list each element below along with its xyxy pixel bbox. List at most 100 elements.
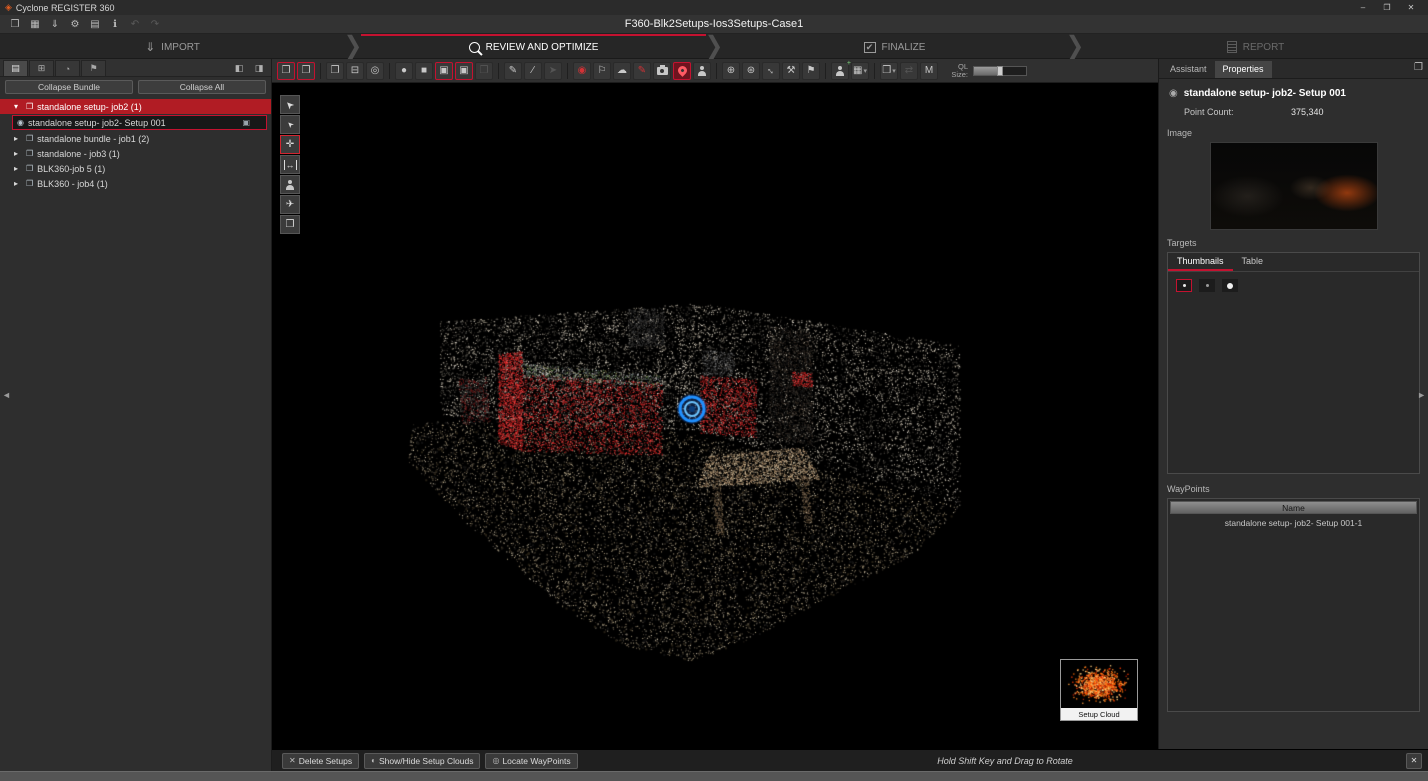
target-thumbnail-3[interactable] [1222,279,1238,292]
markup-pencil-icon[interactable]: ✎ [633,62,651,80]
cube-axes-icon[interactable]: ❒▾ [880,62,898,80]
point-count-label: Point Count: [1184,107,1291,117]
person-waypoint-icon[interactable] [693,62,711,80]
grid-menu-icon[interactable]: ▦▾ [851,62,869,80]
tab-table[interactable]: Table [1233,253,1273,271]
setup-cloud-thumbnail[interactable] [1061,660,1137,708]
minimize-button[interactable]: – [1351,0,1375,15]
collapse-bundle-button[interactable]: Collapse Bundle [5,80,133,94]
target-thumbnail-2[interactable] [1199,279,1215,292]
pan-move-tool[interactable]: ✛ [280,135,300,154]
slider-handle[interactable] [997,66,1003,76]
person-icon [835,66,845,76]
zoom-window-icon[interactable]: ◎ [366,62,384,80]
undock-panel-icon[interactable]: ❐ [1414,62,1423,73]
rect-select-tool[interactable]: ➤ [280,115,300,134]
tab-assistant[interactable]: Assistant [1162,61,1215,78]
open-project-icon[interactable]: ❒ [6,16,24,32]
caret-right-icon[interactable]: ▸ [14,179,22,188]
close-hint-button[interactable]: ✕ [1406,753,1422,769]
person-view-tool[interactable] [280,175,300,194]
delete-setups-button[interactable]: ✕ Delete Setups [282,753,359,769]
save-project-icon[interactable]: ▦ [26,16,44,32]
setup-cloud-inset[interactable]: Setup Cloud [1060,659,1138,721]
locate-waypoints-button[interactable]: ◎ Locate WayPoints [485,753,577,769]
tools-icon[interactable]: ⚒ [782,62,800,80]
image-badge-icon: ▣ [242,118,250,127]
undo-icon[interactable]: ↶ [126,16,144,32]
report-step-icon [1227,41,1237,53]
cube-view-tool[interactable]: ❒ [280,215,300,234]
tab-links[interactable]: ⊞ [29,60,54,76]
tree-item-bundle-job1[interactable]: ▸ ❒ standalone bundle - job1 (2) [0,131,271,146]
image-view-icon[interactable]: ▣ [435,62,453,80]
delete-icon: ✕ [289,756,296,765]
maximize-button[interactable]: ❐ [1375,0,1399,15]
add-cloud-icon[interactable]: ☁ [613,62,631,80]
pano-view-icon[interactable]: ● [395,62,413,80]
add-target-icon[interactable]: ◉ [573,62,591,80]
new-view-icon[interactable]: ❐ [277,62,295,80]
caret-right-icon[interactable]: ▸ [14,164,22,173]
add-tag-icon[interactable]: ⚐ [593,62,611,80]
redo-icon[interactable]: ↷ [146,16,164,32]
image-view-alt-icon[interactable]: ▣ [455,62,473,80]
collapse-left-panel-handle[interactable]: ◄ [2,390,11,400]
ql-size-slider[interactable] [973,66,1027,76]
settings-gear-icon[interactable]: ⚙ [66,16,84,32]
list-view-icon[interactable]: ▤ [86,16,104,32]
panel-action-left-icon[interactable]: ◧ [230,61,248,75]
sphere-link-icon[interactable]: ⊛ [742,62,760,80]
layers-icon[interactable]: ⊟ [346,62,364,80]
workflow-step-review[interactable]: REVIEW AND OPTIMIZE [361,34,706,58]
waypoints-name-header[interactable]: Name [1170,501,1417,514]
tab-history[interactable]: ◔ [55,60,80,76]
flag-icon[interactable]: ⚑ [802,62,820,80]
fence-draw-icon[interactable]: ✎ [504,62,522,80]
copy-view-icon[interactable]: ❐ [326,62,344,80]
tree-item-blk360-job5[interactable]: ▸ ❒ BLK360-job 5 (1) [0,161,271,176]
dual-view-icon[interactable]: ❐ [475,62,493,80]
add-camera-icon[interactable] [653,62,671,80]
tab-thumbnails[interactable]: Thumbnails [1168,253,1233,271]
bundle-icon: ❒ [26,149,33,158]
meters-unit-icon[interactable]: M [920,62,938,80]
swap-views-icon[interactable]: ⇄ [900,62,918,80]
tree-item-job3[interactable]: ▸ ❒ standalone - job3 (1) [0,146,271,161]
workflow-step-import[interactable]: ⇓ IMPORT [0,34,345,58]
fit-extents-tool[interactable]: ↔ [280,155,300,174]
import-icon[interactable]: ⇓ [46,16,64,32]
setup-image-thumbnail[interactable] [1210,142,1378,230]
point-cloud-canvas[interactable] [272,83,1158,749]
info-icon[interactable]: ℹ [106,16,124,32]
tab-tags[interactable]: ⚑ [81,60,106,76]
caret-down-icon[interactable]: ▾ [14,102,22,111]
select-cursor-tool[interactable]: ➤ [280,95,300,114]
slice-icon[interactable]: ∕ [524,62,542,80]
pick-point-icon[interactable]: ➤ [544,62,562,80]
add-person-icon[interactable]: + [831,62,849,80]
close-view-icon[interactable]: ❐ [297,62,315,80]
expand-right-panel-handle[interactable]: ► [1417,390,1426,400]
show-hide-setup-clouds-button[interactable]: ◐ Show/Hide Setup Clouds [364,753,480,769]
close-button[interactable]: ✕ [1399,0,1423,15]
waypoint-row[interactable]: standalone setup- job2- Setup 001-1 [1168,516,1419,530]
plane-view-icon[interactable]: ■ [415,62,433,80]
caret-right-icon[interactable]: ▸ [14,149,22,158]
tab-project-files[interactable]: ▤ [3,60,28,76]
sphere-view-icon[interactable]: ⊕ [722,62,740,80]
tree-item-setup-001[interactable]: ◉ standalone setup- job2- Setup 001 ▣ [12,115,267,130]
workflow-step-report[interactable]: REPORT [1083,34,1428,58]
panel-action-right-icon[interactable]: ◨ [250,61,268,75]
tree-item-blk360-job4[interactable]: ▸ ❒ BLK360 - job4 (1) [0,176,271,191]
collapse-all-button[interactable]: Collapse All [138,80,266,94]
toolbar-divider [874,63,875,79]
expand-view-icon[interactable]: ↔ [762,62,780,80]
target-thumbnail-1[interactable] [1176,279,1192,292]
caret-right-icon[interactable]: ▸ [14,134,22,143]
workflow-step-finalize[interactable]: ✔ FINALIZE [722,34,1067,58]
tree-item-setup-job2[interactable]: ▾ ❒ standalone setup- job2 (1) [0,99,271,114]
add-waypoint-icon[interactable] [673,62,691,80]
tab-properties[interactable]: Properties [1215,61,1272,78]
fly-navigation-tool[interactable]: ✈ [280,195,300,214]
